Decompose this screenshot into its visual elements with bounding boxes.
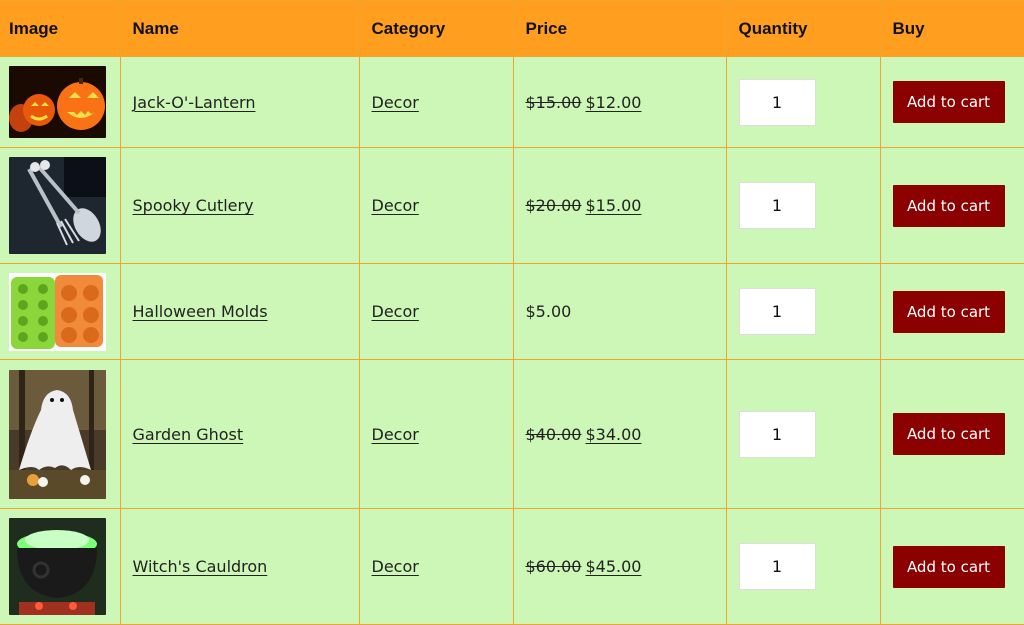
product-category-cell: Decor [358,508,514,625]
product-image-cell [0,263,121,360]
product-name-link[interactable]: Jack-O'-Lantern [133,93,256,112]
skeleton-cutlery-image [9,157,106,254]
product-category-link[interactable]: Decor [372,425,419,444]
table-row: Witch's Cauldron Decor $60.00$45.00 Add … [0,508,1024,625]
sale-price[interactable]: $12.00 [585,93,641,112]
product-thumbnail-cauldron[interactable] [9,518,106,615]
product-buy-cell: Add to cart [879,359,1024,509]
product-quantity-cell [725,508,881,625]
product-category-cell: Decor [358,359,514,509]
column-header-image: Image [0,0,121,57]
product-image-cell [0,508,121,625]
product-name-cell: Garden Ghost [119,359,360,509]
add-to-cart-button[interactable]: Add to cart [892,81,1005,123]
column-header-quantity: Quantity [725,0,881,57]
product-price-cell: $20.00 $15.00 [512,147,727,264]
product-image-cell [0,56,121,148]
product-category-link[interactable]: Decor [372,302,419,321]
sale-price[interactable]: $15.00 [585,196,641,215]
product-price-cell: $15.00 $12.00 [512,56,727,148]
product-buy-cell: Add to cart [879,263,1024,360]
table-row: Garden Ghost Decor $40.00$34.00 Add to c… [0,359,1024,509]
product-image-cell [0,147,121,264]
original-price: $20.00 [525,196,582,215]
product-buy-cell: Add to cart [879,56,1024,148]
product-category-link[interactable]: Decor [372,93,419,112]
quantity-input[interactable] [738,410,816,458]
sale-price[interactable]: $34.00 [585,425,641,444]
column-header-name: Name [119,0,360,57]
quantity-input[interactable] [738,182,816,229]
product-name-cell: Spooky Cutlery [119,147,360,264]
product-thumbnail-cutlery[interactable] [9,157,106,254]
column-header-category: Category [358,0,514,57]
add-to-cart-button[interactable]: Add to cart [892,545,1005,588]
silicone-molds-image [9,272,106,351]
table-header-row: Image Name Category Price Quantity Buy [0,0,1024,57]
product-name-cell: Halloween Molds [119,263,360,360]
price: $5.00 [525,302,572,321]
product-thumbnail-ghost[interactable] [9,369,106,499]
product-buy-cell: Add to cart [879,147,1024,264]
products-table: Image Name Category Price Quantity Buy J… [0,0,1024,625]
product-quantity-cell [725,263,881,360]
product-price-cell: $5.00 [512,263,727,360]
product-thumbnail-pumpkins[interactable] [9,66,106,138]
cauldron-image [9,518,106,615]
original-price: $15.00 [525,92,582,112]
column-header-price: Price [512,0,727,57]
product-category-cell: Decor [358,147,514,264]
table-row: Jack-O'-Lantern Decor $15.00$12.00 Add t… [0,56,1024,148]
original-price: $60.00 [525,557,582,576]
original-price: $40.00 [525,424,582,444]
product-name-link[interactable]: Garden Ghost [133,425,244,444]
quantity-input[interactable] [738,543,816,590]
jack-o-lantern-image [9,66,106,138]
quantity-input[interactable] [738,288,816,335]
product-category-cell: Decor [358,263,514,360]
quantity-input[interactable] [738,78,816,126]
product-buy-cell: Add to cart [879,508,1024,625]
product-quantity-cell [725,359,881,509]
sale-price[interactable]: $45.00 [585,557,641,576]
product-name-link[interactable]: Witch's Cauldron [133,557,268,576]
add-to-cart-button[interactable]: Add to cart [892,184,1005,227]
product-quantity-cell [725,56,881,148]
add-to-cart-button[interactable]: Add to cart [892,290,1005,333]
garden-ghost-image [9,369,106,499]
column-header-buy: Buy [879,0,1024,57]
product-name-link[interactable]: Spooky Cutlery [133,196,254,215]
product-name-link[interactable]: Halloween Molds [133,302,268,321]
table-row: Spooky Cutlery Decor $20.00$15.00 Add to… [0,147,1024,264]
product-name-cell: Witch's Cauldron [119,508,360,625]
product-image-cell [0,359,121,509]
product-category-link[interactable]: Decor [372,557,419,576]
add-to-cart-button[interactable]: Add to cart [892,413,1005,455]
product-category-link[interactable]: Decor [372,196,419,215]
table-row: Halloween Molds Decor $5.00 Add to cart [0,263,1024,360]
product-thumbnail-molds[interactable] [9,272,106,351]
product-price-cell: $60.00 $45.00 [512,508,727,625]
product-quantity-cell [725,147,881,264]
product-name-cell: Jack-O'-Lantern [119,56,360,148]
product-price-cell: $40.00 $34.00 [512,359,727,509]
product-category-cell: Decor [358,56,514,148]
